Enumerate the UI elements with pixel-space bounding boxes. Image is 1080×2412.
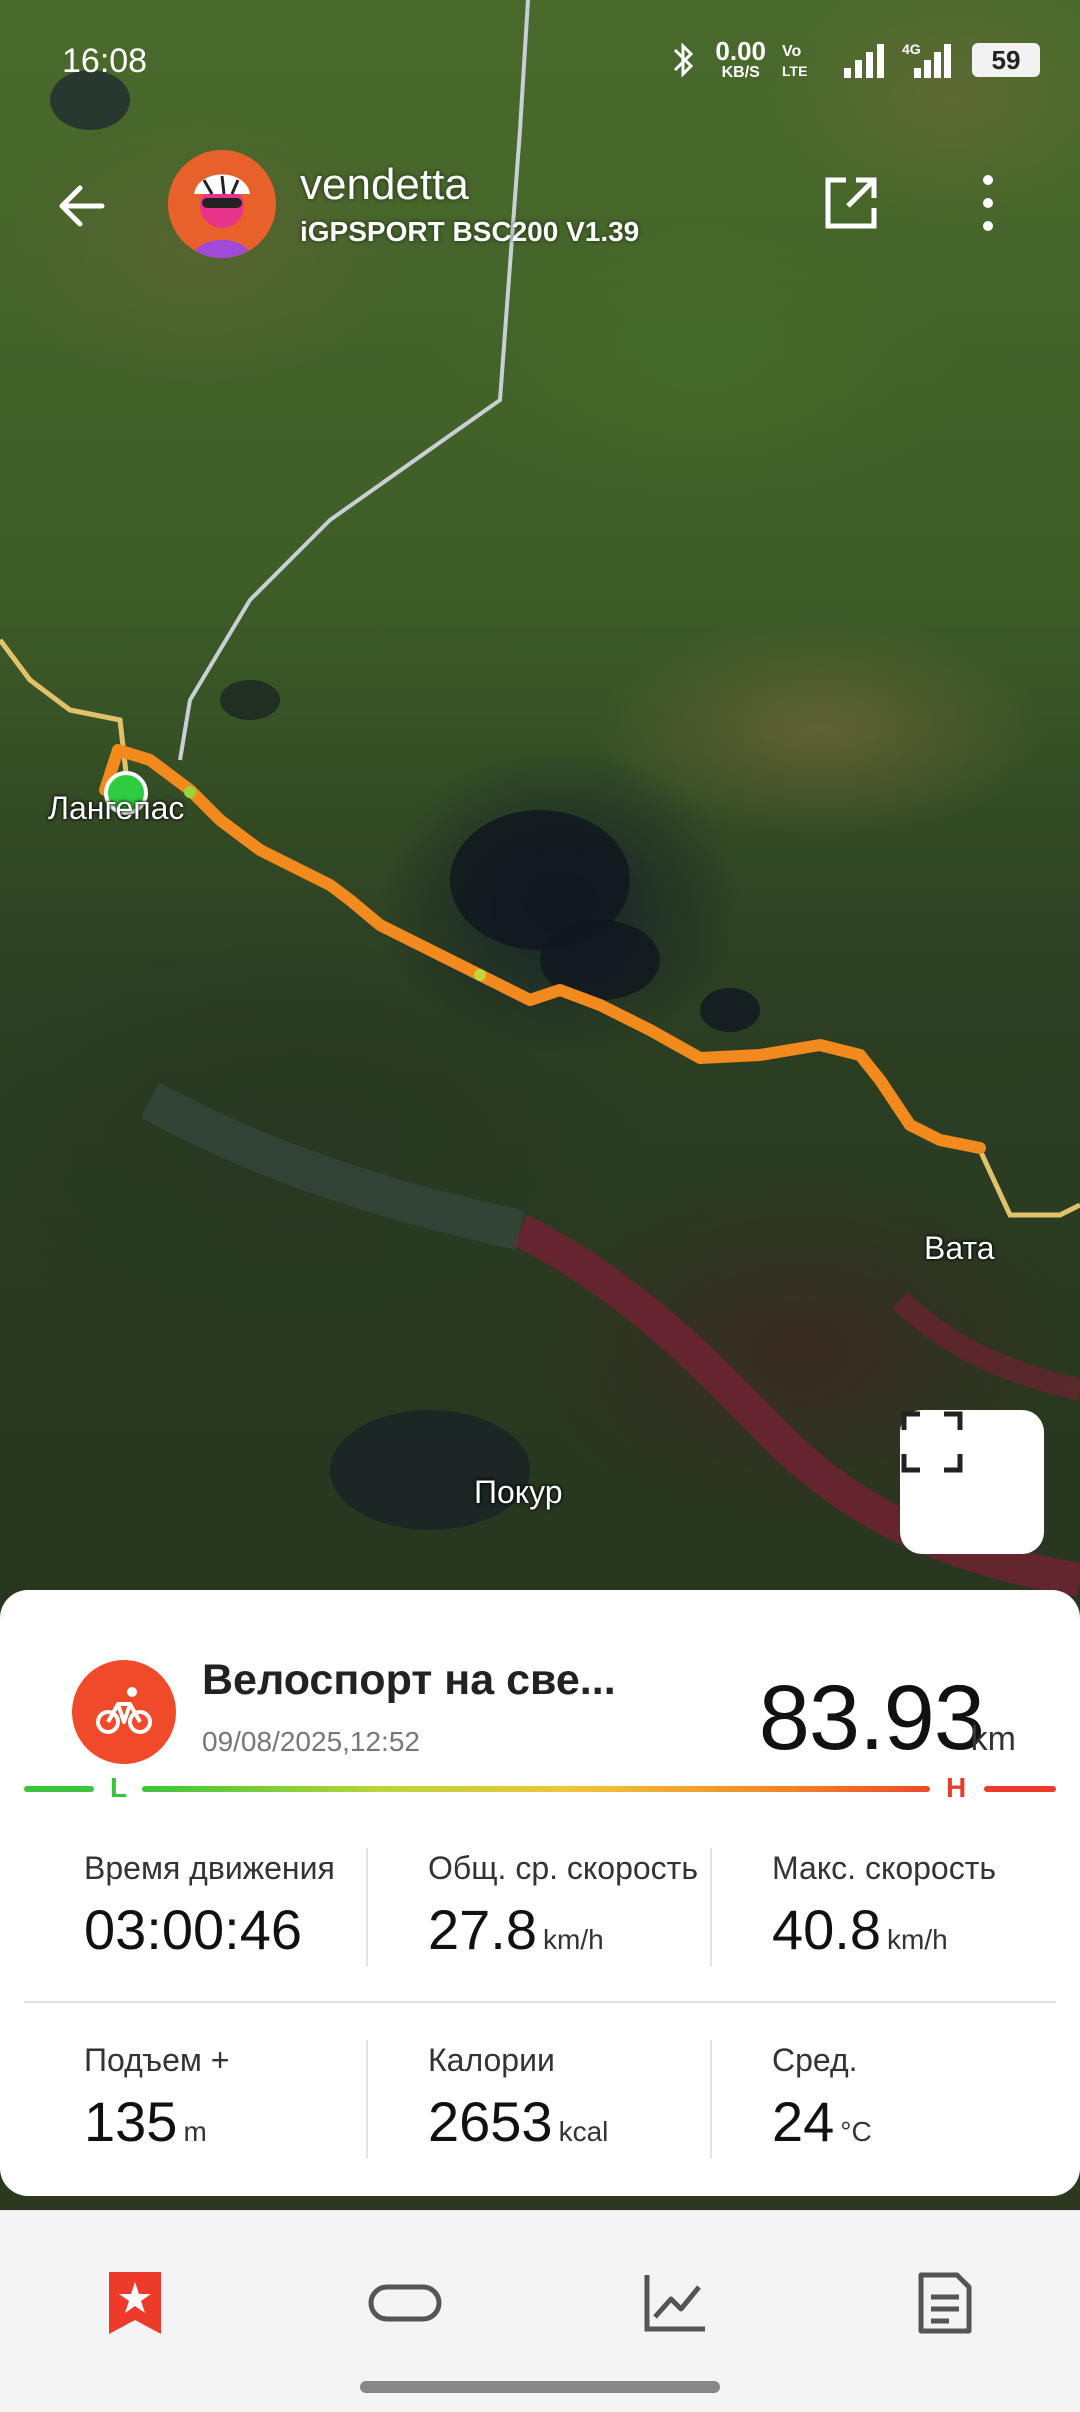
stat-value: 03:00:46 (84, 1898, 302, 1961)
stat-label: Калории (428, 2042, 555, 2078)
stat-max-speed: Макс. скорость 40.8 km/h (772, 1850, 1080, 1962)
svg-text:4G: 4G (902, 41, 921, 57)
signal-4g-icon: 4G (902, 41, 951, 78)
map-label-vata: Вата (924, 1230, 995, 1266)
stat-value: 27.8 km/h (428, 1898, 604, 1961)
stat-label: Макс. скорость (772, 1850, 997, 1886)
share-icon[interactable] (820, 172, 882, 234)
stat-value: 2653 kcal (428, 2090, 609, 2153)
volte-icon: Vo LTE (782, 43, 807, 79)
tab-details[interactable] (905, 2263, 985, 2343)
chart-icon (644, 2275, 705, 2332)
stat-calories: Калории 2653 kcal (428, 2042, 748, 2154)
svg-text:LTE: LTE (782, 63, 807, 79)
sport-type-badge (72, 1660, 176, 1764)
bicycle-icon (96, 1687, 152, 1734)
activity-summary-card: Велоспорт на све... 09/08/2025,12:52 83.… (0, 1590, 1080, 2196)
status-bar: 16:08 0.00 KB/S Vo LTE 4G 59 (0, 0, 1080, 120)
stat-avg-temp: Сред. 24 °C (772, 2042, 1080, 2154)
stat-ascent: Подъем + 135 m (84, 2042, 404, 2154)
stat-label: Время движения (84, 1850, 335, 1886)
fullscreen-button[interactable] (900, 1410, 1044, 1554)
user-name: vendetta (300, 160, 469, 209)
signal-icon (844, 44, 884, 78)
status-icons: 0.00 KB/S Vo LTE 4G 59 (667, 38, 1040, 82)
bluetooth-icon (674, 42, 694, 78)
tab-laps[interactable] (365, 2263, 445, 2343)
cyclist-avatar-icon (168, 150, 276, 258)
map-label-langepas: Лангепас (48, 790, 185, 826)
scale-low-label: L (110, 1772, 128, 1803)
home-indicator[interactable] (360, 2381, 720, 2393)
bookmark-star-icon (109, 2272, 161, 2334)
battery-icon: 59 (972, 43, 1040, 77)
activity-datetime: 09/08/2025,12:52 (202, 1726, 420, 1757)
lap-icon (368, 2284, 442, 2322)
stat-value: 135 m (84, 2090, 207, 2153)
bottom-navigation (0, 2210, 1080, 2412)
activity-title: Велоспорт на све... (202, 1656, 616, 1704)
stat-moving-time: Время движения 03:00:46 (84, 1850, 404, 1962)
tab-charts[interactable] (635, 2263, 715, 2343)
stats-divider (24, 2001, 1056, 2003)
fullscreen-icon (901, 1411, 963, 1473)
stat-avg-speed: Общ. ср. скорость 27.8 km/h (428, 1850, 748, 1962)
stat-value: 40.8 km/h (772, 1898, 948, 1961)
document-icon (918, 2272, 972, 2334)
device-name: iGPSPORT BSC200 V1.39 (300, 216, 640, 247)
status-time: 16:08 (62, 42, 148, 80)
stat-label: Подъем + (84, 2042, 230, 2078)
more-vert-icon[interactable] (968, 168, 1008, 238)
activity-screen: Лангепас Вата Покур 16:08 0.00 KB/S Vo L… (0, 0, 1080, 2412)
stat-label: Общ. ср. скорость (428, 1850, 698, 1886)
speed-color-scale (24, 1786, 1056, 1792)
distance-value: 83.93 (758, 1667, 985, 1769)
network-speed: 0.00 KB/S (715, 38, 766, 82)
scale-high-label: H (946, 1772, 967, 1803)
stat-value: 24 °C (772, 2090, 872, 2153)
header: vendetta iGPSPORT BSC200 V1.39 (0, 140, 1080, 270)
map-label-pokur: Покур (474, 1474, 563, 1510)
back-arrow-icon[interactable] (52, 176, 112, 236)
network-speed-value: 0.00 (715, 36, 766, 66)
avatar[interactable] (168, 150, 276, 258)
distance-unit: km (970, 1720, 1016, 1758)
svg-text:Vo: Vo (782, 43, 801, 60)
tab-overview[interactable] (95, 2263, 175, 2343)
network-speed-unit: KB/S (721, 64, 760, 81)
stat-label: Сред. (772, 2042, 858, 2078)
